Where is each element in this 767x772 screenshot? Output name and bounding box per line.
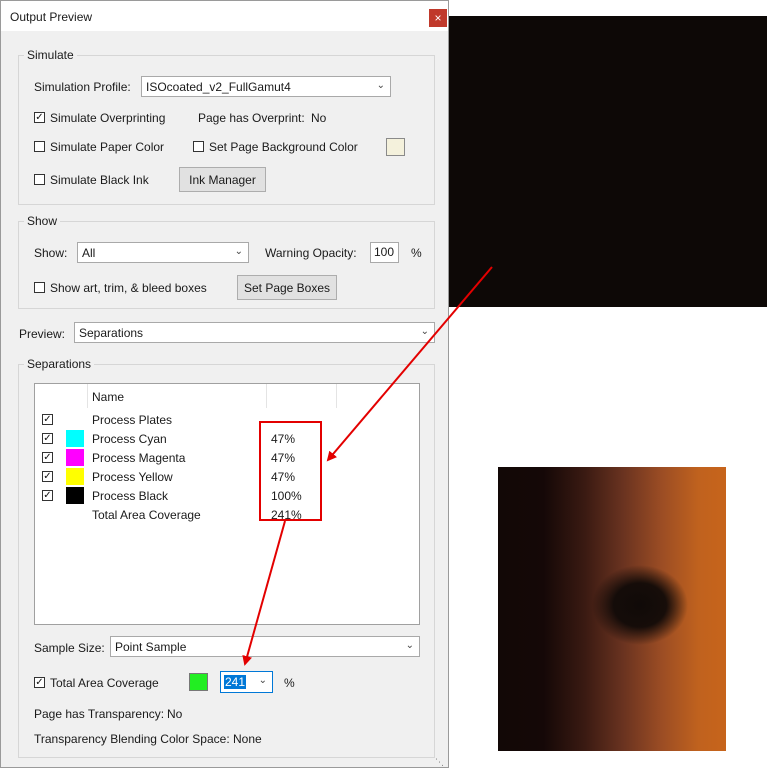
total-area-coverage-label[interactable]: Total Area Coverage	[50, 676, 159, 690]
separations-list[interactable]: Name ✓ Process Plates ✓ Process Cyan 47% ✓ Pro…	[34, 383, 420, 625]
ink-color-swatch	[66, 468, 84, 485]
ink-color-swatch	[66, 487, 84, 504]
preview-value: Separations	[79, 326, 144, 340]
chevron-down-icon: ⌄	[376, 80, 385, 91]
set-page-background-checkbox[interactable]	[193, 141, 204, 152]
show-group	[18, 221, 435, 309]
sample-size-label: Sample Size:	[34, 641, 105, 655]
separation-name: Process Plates	[92, 413, 173, 427]
dialog-title: Output Preview	[10, 10, 93, 24]
coverage-limit-select[interactable]: 241 ⌄	[220, 671, 273, 693]
show-select[interactable]: All ⌄	[77, 242, 249, 263]
show-group-label: Show	[24, 214, 61, 228]
simulate-black-ink-checkbox[interactable]	[34, 174, 45, 185]
simulate-group-label: Simulate	[24, 48, 77, 62]
separation-checkbox[interactable]: ✓	[42, 471, 53, 482]
simulation-profile-select[interactable]: ISOcoated_v2_FullGamut4 ⌄	[141, 76, 391, 97]
page-overprint-label: Page has Overprint:	[198, 111, 305, 125]
zoomed-sample-image	[498, 467, 726, 751]
separation-checkbox[interactable]: ✓	[42, 433, 53, 444]
preview-select[interactable]: Separations ⌄	[74, 322, 435, 343]
total-area-coverage-checkbox[interactable]: ✓	[34, 677, 45, 688]
separation-checkbox[interactable]: ✓	[42, 490, 53, 501]
simulate-paper-color-label[interactable]: Simulate Paper Color	[50, 140, 164, 154]
show-boxes-checkbox[interactable]	[34, 282, 45, 293]
coverage-limit-percent: %	[284, 676, 295, 690]
blending-space-label: Transparency Blending Color Space:	[34, 732, 230, 746]
simulation-profile-value: ISOcoated_v2_FullGamut4	[146, 80, 291, 94]
document-preview-image	[449, 16, 767, 307]
set-page-background-label[interactable]: Set Page Background Color	[209, 140, 358, 154]
simulate-overprinting-checkbox[interactable]: ✓	[34, 112, 45, 123]
warning-opacity-percent: %	[411, 246, 422, 260]
separation-name: Process Yellow	[92, 470, 173, 484]
ink-manager-button[interactable]: Ink Manager	[179, 167, 266, 192]
column-divider	[336, 384, 337, 408]
show-boxes-label[interactable]: Show art, trim, & bleed boxes	[50, 281, 207, 295]
chevron-down-icon: ⌄	[420, 326, 429, 337]
ink-color-swatch	[66, 430, 84, 447]
chevron-down-icon: ⌄	[258, 675, 267, 686]
simulate-paper-color-checkbox[interactable]	[34, 141, 45, 152]
resize-grip-icon[interactable]: ⋱	[435, 757, 444, 768]
warning-opacity-input[interactable]: 100	[370, 242, 399, 263]
sample-size-select[interactable]: Point Sample ⌄	[110, 636, 420, 657]
close-icon[interactable]: ×	[429, 9, 447, 27]
coverage-limit-value[interactable]: 241	[224, 675, 247, 689]
chevron-down-icon: ⌄	[405, 640, 414, 651]
background-color-swatch[interactable]	[386, 138, 405, 156]
page-transparency-value: No	[167, 707, 183, 721]
chevron-down-icon: ⌄	[234, 246, 243, 257]
sample-size-value: Point Sample	[115, 640, 187, 654]
column-header-name[interactable]: Name	[92, 390, 124, 404]
simulation-profile-label: Simulation Profile:	[34, 80, 131, 94]
show-label: Show:	[34, 246, 68, 260]
column-divider	[266, 384, 267, 408]
preview-label: Preview:	[19, 327, 66, 341]
separation-name: Total Area Coverage	[92, 508, 201, 522]
separation-name: Process Black	[92, 489, 169, 503]
blending-space-value: None	[233, 732, 262, 746]
separation-name: Process Cyan	[92, 432, 167, 446]
set-page-boxes-button[interactable]: Set Page Boxes	[237, 275, 337, 300]
separation-name: Process Magenta	[92, 451, 186, 465]
output-preview-dialog: Output Preview × Simulate Simulation Pro…	[0, 0, 449, 768]
page-overprint-value: No	[311, 111, 327, 125]
separations-group-label: Separations	[24, 357, 95, 371]
title-bar[interactable]: Output Preview ×	[1, 1, 448, 31]
annotation-highlight-box	[259, 421, 322, 521]
page-transparency-label: Page has Transparency:	[34, 707, 165, 721]
show-value: All	[82, 246, 96, 260]
column-divider	[87, 384, 88, 408]
coverage-color-swatch[interactable]	[189, 673, 208, 691]
ink-color-swatch	[66, 449, 84, 466]
separation-checkbox[interactable]: ✓	[42, 452, 53, 463]
simulate-overprinting-label[interactable]: Simulate Overprinting	[50, 111, 165, 125]
separation-checkbox[interactable]: ✓	[42, 414, 53, 425]
simulate-black-ink-label[interactable]: Simulate Black Ink	[50, 173, 149, 187]
warning-opacity-label: Warning Opacity:	[265, 246, 357, 260]
